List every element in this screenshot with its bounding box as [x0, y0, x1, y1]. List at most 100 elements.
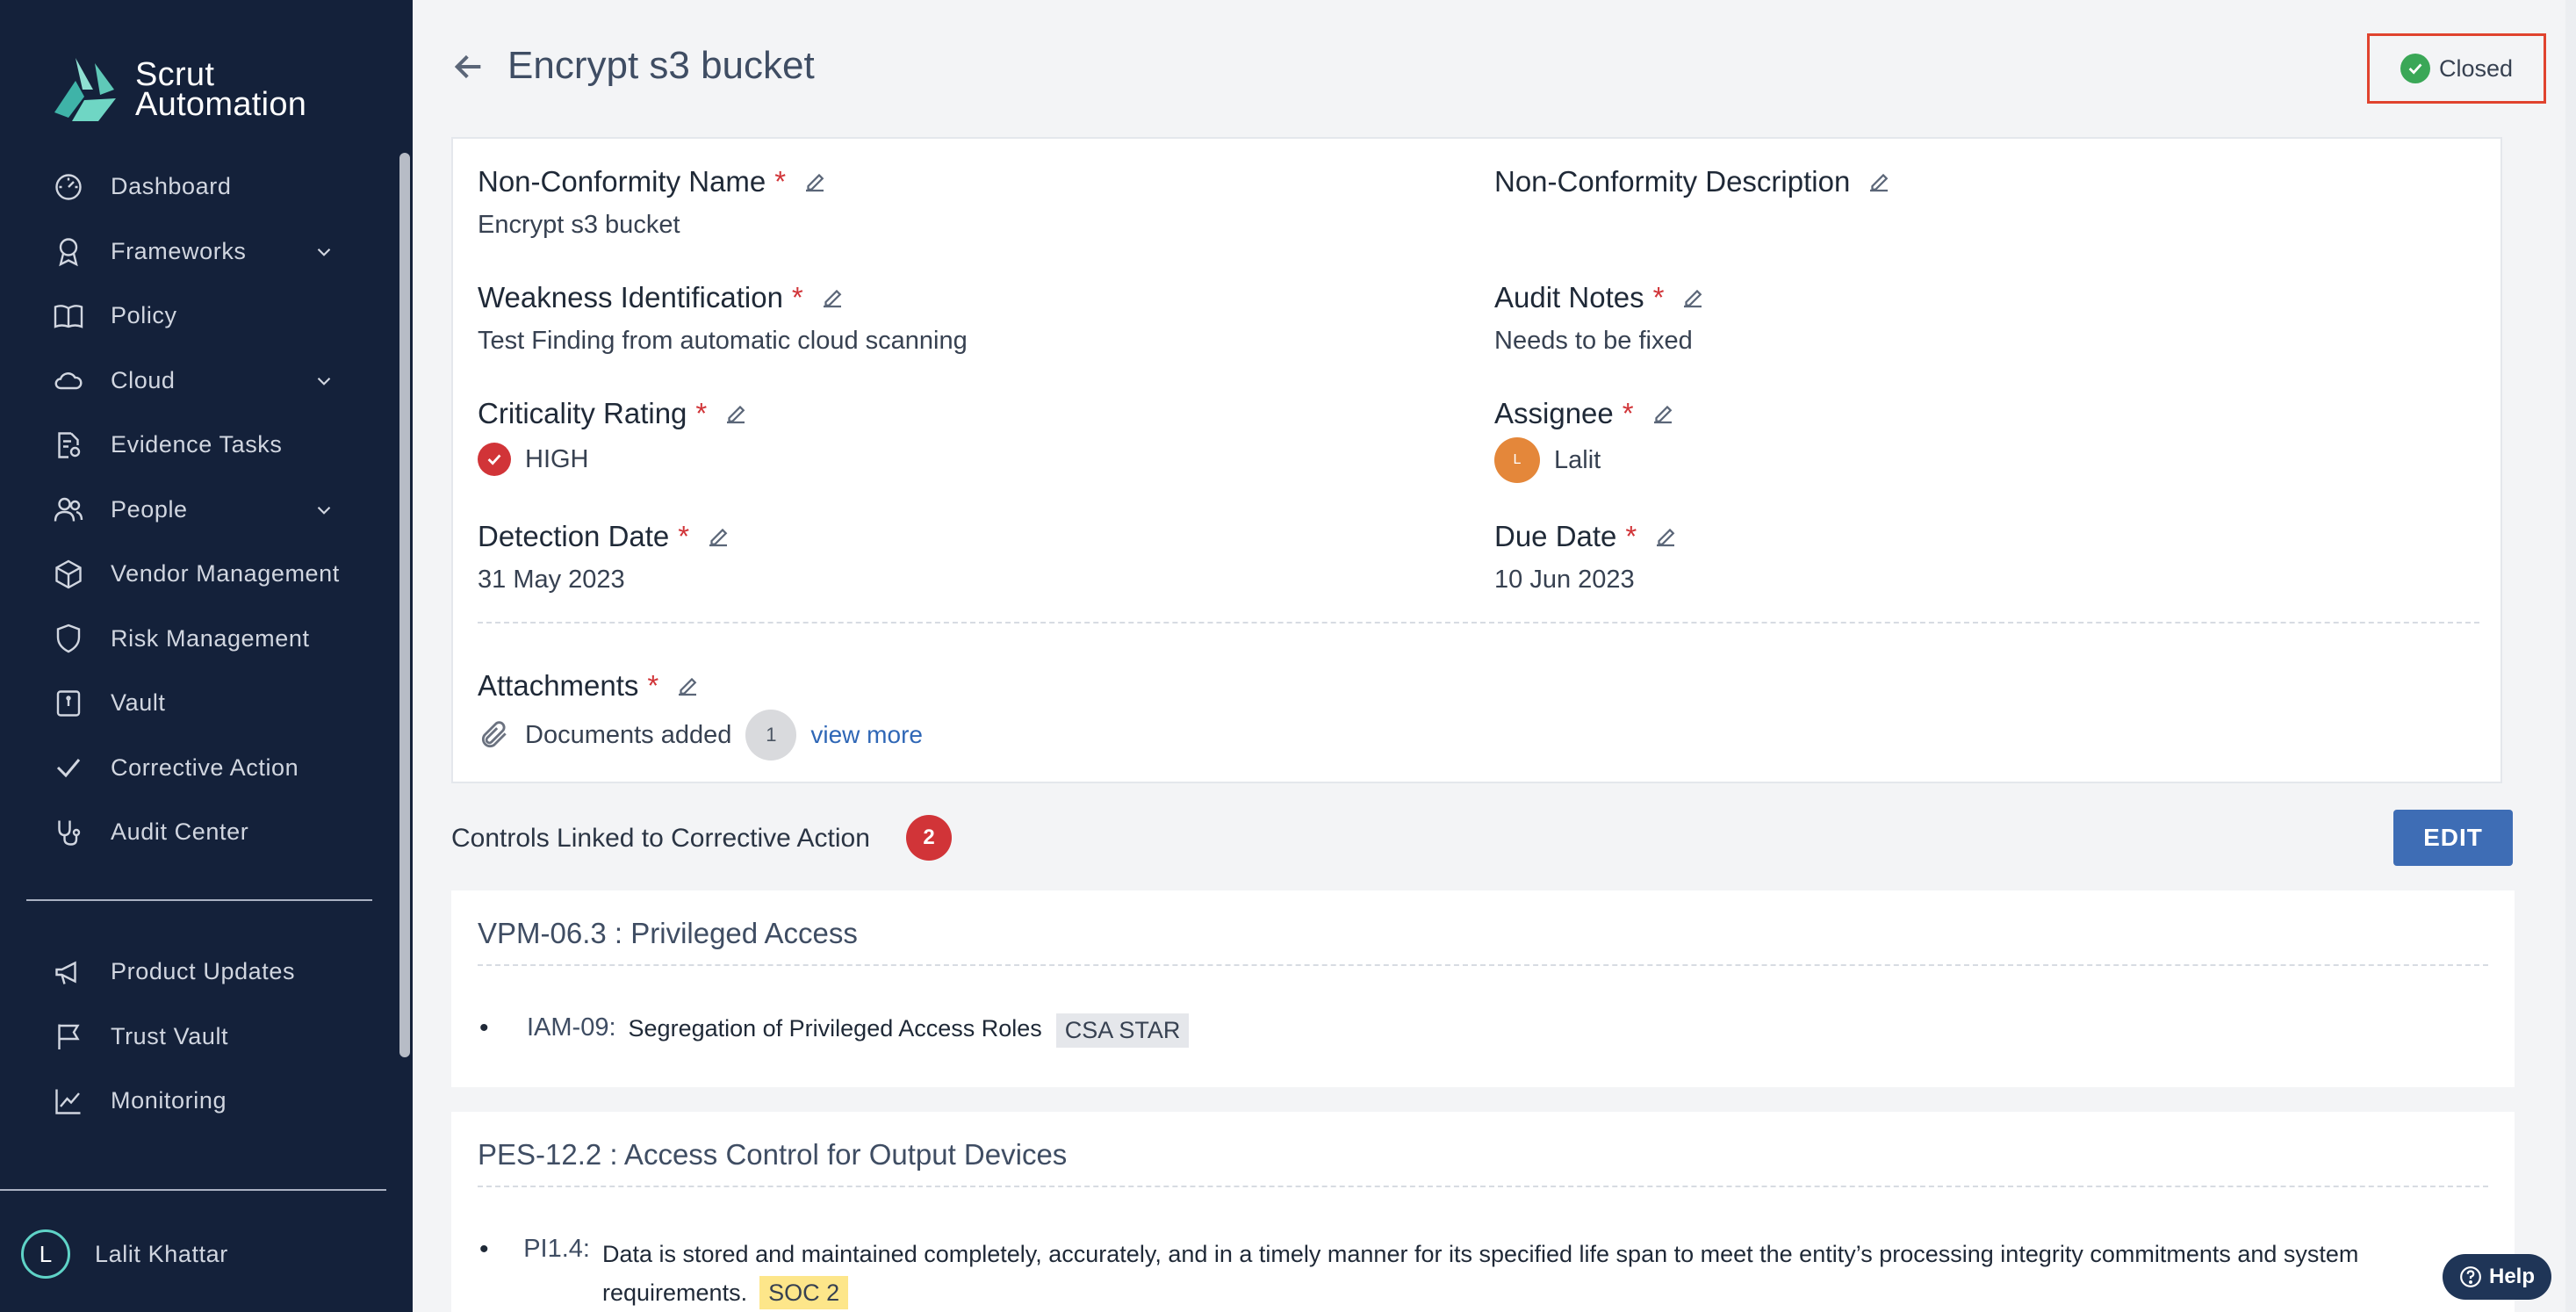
- sidebar-item-policy[interactable]: Policy: [0, 284, 395, 349]
- sidebar-item-corrective-action[interactable]: Corrective Action: [0, 736, 395, 801]
- assignee-value: L Lalit: [1494, 437, 1676, 483]
- sidebar-item-frameworks[interactable]: Frameworks: [0, 220, 395, 285]
- field-label: Audit Notes: [1494, 281, 1644, 314]
- chevron-down-icon[interactable]: [313, 499, 335, 522]
- sidebar-item-trust-vault[interactable]: Trust Vault: [0, 1005, 395, 1070]
- check-circle-icon: [2400, 54, 2430, 83]
- pencil-icon[interactable]: [1650, 400, 1676, 427]
- sidebar-scrollbar[interactable]: [399, 153, 410, 1057]
- control-card: VPM-06.3 : Privileged Access • IAM-09: S…: [451, 890, 2515, 1087]
- sidebar-item-cloud[interactable]: Cloud: [0, 349, 395, 414]
- status-badge[interactable]: Closed: [2367, 33, 2546, 104]
- stethoscope-icon: [51, 815, 86, 850]
- required-mark: *: [1622, 397, 1634, 429]
- control-id[interactable]: PI1.4:: [523, 1235, 590, 1264]
- book-icon: [51, 299, 86, 334]
- field-value: Test Finding from automatic cloud scanni…: [478, 327, 968, 355]
- field-nc-name: Non-Conformity Name * Encrypt s3 bucket: [478, 165, 828, 240]
- required-mark: *: [678, 520, 690, 552]
- list-item: • IAM-09: Segregation of Privileged Acce…: [478, 1013, 1190, 1048]
- shield-icon: [51, 621, 86, 656]
- pencil-icon[interactable]: [723, 400, 749, 427]
- linked-controls-title: Controls Linked to Corrective Action: [451, 824, 870, 853]
- control-id[interactable]: IAM-09:: [527, 1013, 616, 1042]
- field-nc-description: Non-Conformity Description: [1494, 165, 1892, 211]
- attachments-count-badge: 1: [745, 710, 797, 761]
- control-description: Segregation of Privileged Access Roles: [628, 1015, 1042, 1042]
- avatar: L: [21, 1229, 70, 1279]
- brand-line-2: Automation: [135, 86, 307, 123]
- user-profile[interactable]: L Lalit Khattar: [21, 1229, 228, 1279]
- sidebar-secondary-nav: Product Updates Trust Vault Monitoring: [0, 940, 395, 1134]
- evidence-icon: [51, 428, 86, 463]
- sidebar-item-audit-center[interactable]: Audit Center: [0, 800, 395, 865]
- field-due-date: Due Date * 10 Jun 2023: [1494, 520, 1679, 595]
- control-card: PES-12.2 : Access Control for Output Dev…: [451, 1112, 2515, 1312]
- sidebar-divider-bottom: [0, 1189, 386, 1191]
- pencil-icon[interactable]: [1866, 169, 1892, 195]
- help-label: Help: [2488, 1265, 2535, 1288]
- sidebar-item-label: Cloud: [111, 366, 176, 393]
- sidebar-item-dashboard[interactable]: Dashboard: [0, 155, 395, 220]
- chevron-down-icon[interactable]: [313, 241, 335, 263]
- sidebar-item-label: Vault: [111, 689, 166, 717]
- field-attachments: Attachments * Documents added 1 view more: [478, 669, 923, 761]
- field-label: Due Date: [1494, 520, 1617, 552]
- sidebar-item-label: People: [111, 495, 188, 523]
- field-value: Needs to be fixed: [1494, 327, 1693, 355]
- pencil-icon[interactable]: [674, 673, 701, 699]
- pencil-icon[interactable]: [1680, 285, 1706, 311]
- field-label: Non-Conformity Name: [478, 165, 766, 198]
- details-card: Non-Conformity Name * Encrypt s3 bucket N…: [451, 137, 2502, 783]
- chevron-down-icon[interactable]: [313, 370, 335, 393]
- control-divider: [478, 1186, 2488, 1187]
- people-icon: [51, 492, 86, 527]
- field-label: Weakness Identification: [478, 281, 783, 314]
- vault-icon: [51, 686, 86, 721]
- view-more-link[interactable]: view more: [810, 721, 923, 749]
- criticality-value: HIGH: [478, 443, 749, 476]
- list-item: • PI1.4: Data is stored and maintained c…: [478, 1235, 2471, 1312]
- required-mark: *: [1652, 281, 1665, 314]
- sidebar-item-label: Monitoring: [111, 1087, 227, 1114]
- required-mark: *: [791, 281, 803, 314]
- help-button[interactable]: Help: [2443, 1254, 2551, 1300]
- sidebar-item-monitoring[interactable]: Monitoring: [0, 1069, 395, 1134]
- criticality-label: HIGH: [525, 444, 589, 473]
- scrut-logo-icon: [54, 58, 116, 121]
- field-detection-date: Detection Date * 31 May 2023: [478, 520, 731, 595]
- check-icon: [51, 750, 86, 785]
- edit-button[interactable]: EDIT: [2393, 810, 2513, 866]
- required-mark: *: [647, 669, 659, 702]
- field-label: Non-Conformity Description: [1494, 165, 1851, 198]
- pencil-icon[interactable]: [705, 523, 731, 550]
- sidebar-item-label: Corrective Action: [111, 753, 299, 781]
- pencil-icon[interactable]: [819, 285, 845, 311]
- linked-controls-count-badge: 2: [906, 815, 952, 861]
- sidebar-item-evidence-tasks[interactable]: Evidence Tasks: [0, 413, 395, 478]
- pencil-icon[interactable]: [802, 169, 828, 195]
- back-arrow-icon[interactable]: [451, 49, 486, 84]
- main-scrollbar[interactable]: [2565, 0, 2576, 1312]
- paperclip-icon: [481, 721, 507, 748]
- sidebar-item-risk-management[interactable]: Risk Management: [0, 607, 395, 672]
- sidebar-item-label: Audit Center: [111, 818, 249, 846]
- field-label: Criticality Rating: [478, 397, 687, 429]
- sidebar-item-label: Policy: [111, 302, 177, 329]
- megaphone-icon: [51, 955, 86, 990]
- sidebar-item-vault[interactable]: Vault: [0, 671, 395, 736]
- brand-logo[interactable]: Scrut Automation: [49, 54, 306, 125]
- control-description-wrap: Data is stored and maintained completely…: [602, 1235, 2471, 1312]
- sidebar-item-product-updates[interactable]: Product Updates: [0, 940, 395, 1005]
- framework-tag: SOC 2: [759, 1276, 849, 1309]
- required-mark: *: [695, 397, 708, 429]
- field-assignee: Assignee * L Lalit: [1494, 397, 1676, 483]
- section-divider: [478, 622, 2479, 624]
- dashboard-icon: [51, 169, 86, 205]
- required-mark: *: [774, 165, 787, 198]
- sidebar-item-vendor-management[interactable]: Vendor Management: [0, 542, 395, 607]
- sidebar-item-people[interactable]: People: [0, 478, 395, 543]
- pencil-icon[interactable]: [1652, 523, 1679, 550]
- brand-line-1: Scrut: [135, 56, 215, 93]
- sidebar-item-label: Dashboard: [111, 173, 232, 200]
